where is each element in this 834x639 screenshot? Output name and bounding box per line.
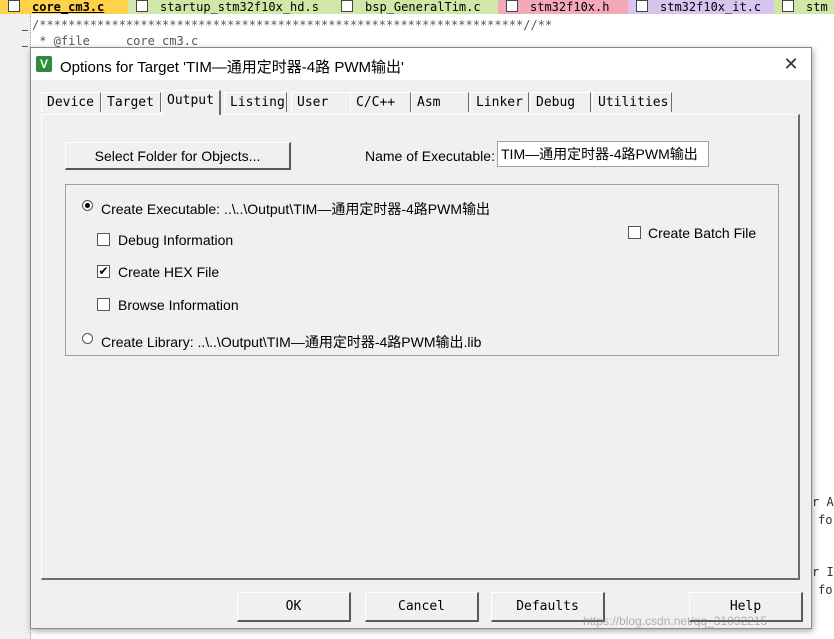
file-icon (341, 0, 353, 12)
keil-app-icon: V (36, 56, 52, 72)
file-icon (506, 0, 518, 12)
file-tab-startup[interactable]: startup_stm32f10x_hd.s (128, 0, 333, 14)
options-dialog: V Options for Target 'TIM—通用定时器-4路 PWM输出… (30, 47, 812, 629)
tab-asm[interactable]: Asm (411, 92, 469, 112)
fold-marker (22, 30, 28, 31)
tab-utilities[interactable]: Utilities (592, 92, 672, 112)
fold-marker (22, 46, 28, 47)
tab-linker[interactable]: Linker (470, 92, 529, 112)
tab-device[interactable]: Device (41, 92, 101, 112)
code-line: * @file core_cm3.c (32, 34, 199, 48)
code-line: /***************************************… (32, 18, 553, 32)
close-icon[interactable]: ✕ (777, 52, 805, 76)
tab-debug[interactable]: Debug (530, 92, 591, 112)
file-icon (636, 0, 648, 12)
tab-user[interactable]: User (291, 92, 351, 112)
file-icon (8, 0, 20, 12)
file-tab-stm32f10x-h[interactable]: stm32f10x.h (498, 0, 628, 14)
dialog-title: Options for Target 'TIM—通用定时器-4路 PWM输出' (60, 59, 404, 76)
code-fragment: r A (812, 495, 834, 509)
ok-button[interactable]: OK (237, 592, 351, 622)
tab-target[interactable]: Target (101, 92, 161, 112)
file-tab-stm32f10x-it[interactable]: stm32f10x_it.c (628, 0, 774, 14)
file-tab-bsp-generaltim[interactable]: bsp_GeneralTim.c (333, 0, 498, 14)
output-panel (41, 114, 800, 580)
cancel-button[interactable]: Cancel (365, 592, 479, 622)
tab-cpp[interactable]: C/C++ (350, 92, 411, 112)
tab-output[interactable]: Output (161, 90, 221, 115)
watermark-text: https://blog.csdn.net/qq_31092215 (583, 614, 768, 628)
tab-listing[interactable]: Listing (224, 92, 287, 112)
file-icon (136, 0, 148, 12)
code-fragment: fo (818, 513, 833, 527)
file-tab-core-cm3[interactable]: core_cm3.c (0, 0, 128, 14)
file-icon (782, 0, 794, 12)
code-fragment: r I (812, 565, 834, 579)
code-fragment: fo (818, 583, 833, 597)
file-tab-stm[interactable]: stm (774, 0, 834, 14)
editor-gutter (0, 14, 31, 639)
dialog-titlebar[interactable]: V Options for Target 'TIM—通用定时器-4路 PWM输出… (31, 48, 811, 80)
editor-file-tabs: core_cm3.c startup_stm32f10x_hd.s bsp_Ge… (0, 0, 834, 14)
